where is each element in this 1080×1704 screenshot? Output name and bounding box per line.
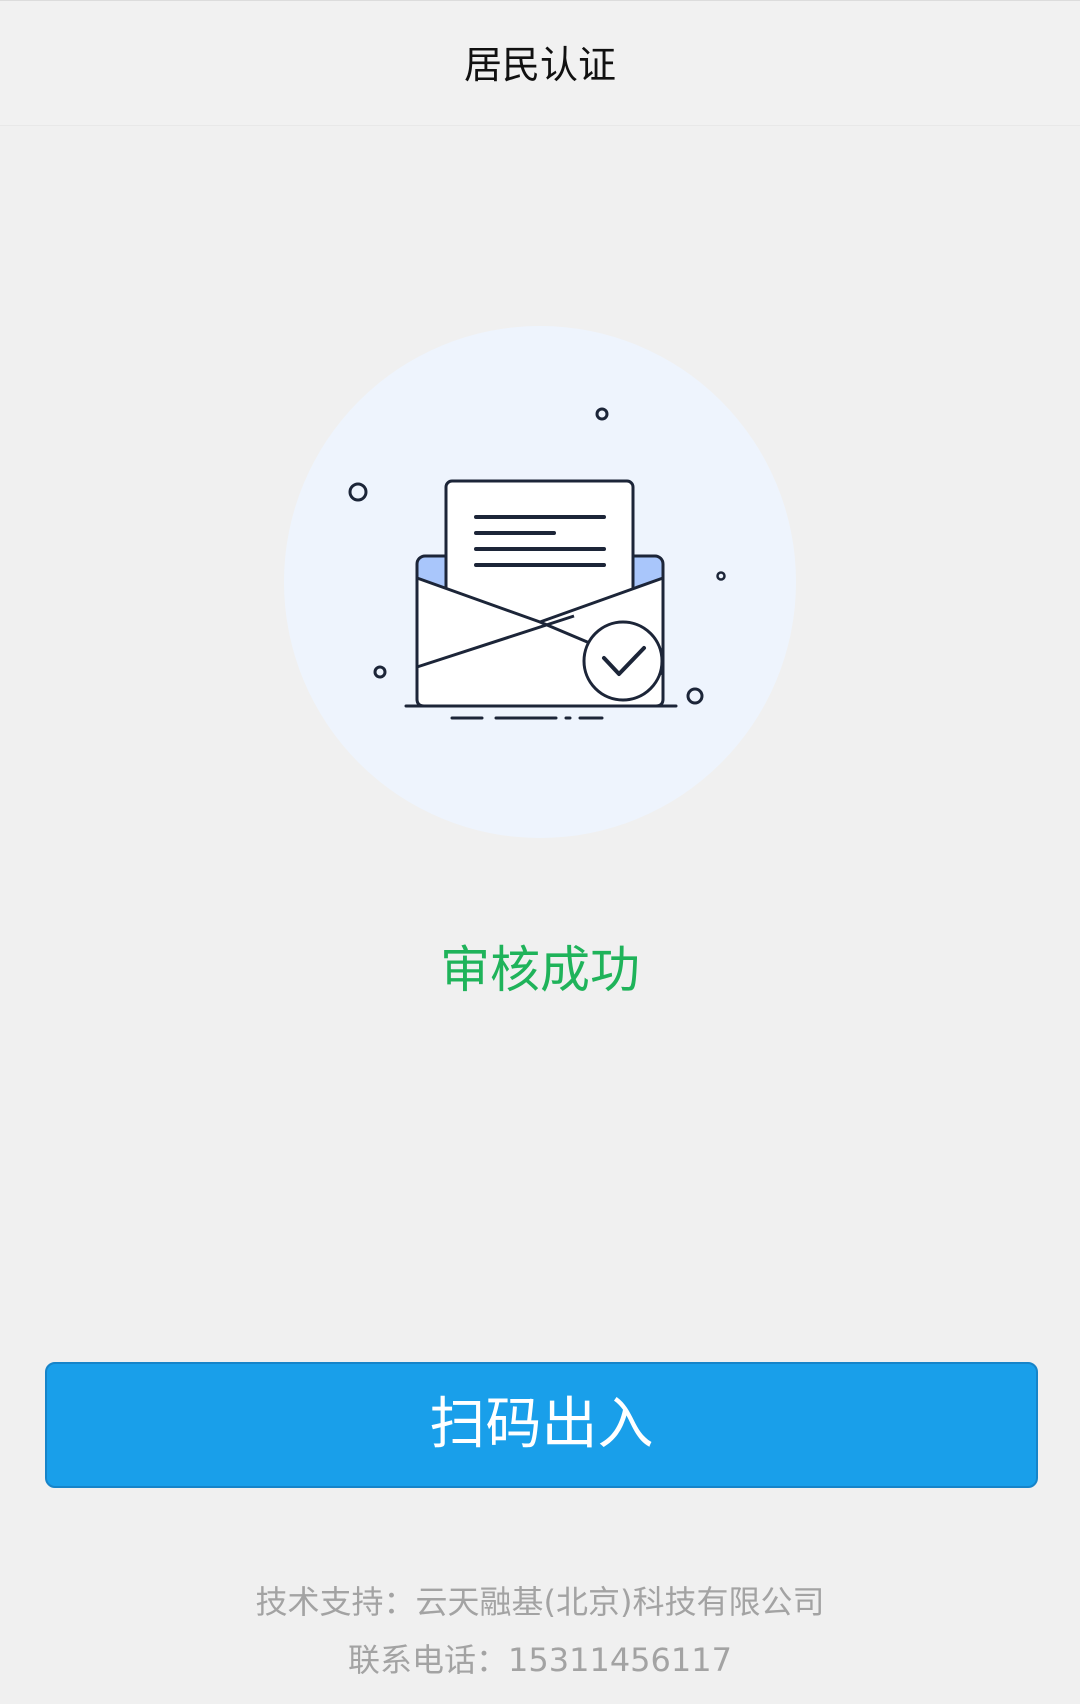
tech-support-text: 技术支持：云天融基(北京)科技有限公司 [255, 1583, 825, 1621]
page-title: 居民认证 [463, 43, 616, 87]
contact-phone-text: 联系电话：15311456117 [348, 1641, 732, 1679]
audit-status-text: 审核成功 [440, 941, 640, 999]
envelope-check-icon [284, 326, 796, 838]
app-header: 居民认证 [0, 0, 1080, 126]
scan-entry-button[interactable]: 扫码出入 [45, 1362, 1038, 1488]
